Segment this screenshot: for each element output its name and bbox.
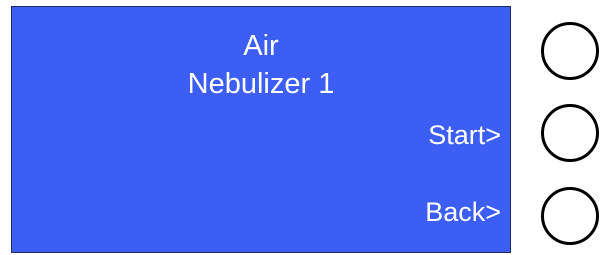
display-title-line-2: Nebulizer 1 (187, 68, 335, 100)
back-softkey-button[interactable] (541, 187, 599, 245)
display-title-line-1: Air (243, 30, 279, 62)
top-softkey-button[interactable] (541, 22, 599, 80)
device-display-screen: Air Nebulizer 1 Start> Back> (11, 6, 511, 253)
back-softkey-label: Back> (425, 197, 501, 227)
start-softkey-button[interactable] (541, 104, 599, 162)
start-softkey-label: Start> (428, 120, 501, 150)
